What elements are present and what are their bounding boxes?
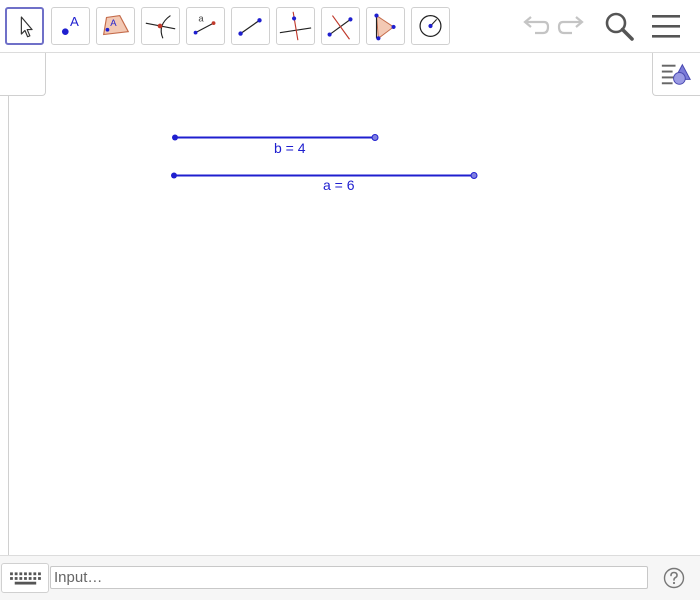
style-bar-toggle-button[interactable] — [652, 53, 700, 96]
polygon-icon: A — [102, 14, 130, 36]
move-arrow-icon — [20, 16, 33, 38]
menu-button[interactable] — [648, 8, 684, 44]
point-icon: A — [61, 14, 79, 35]
point-tool-button[interactable]: A — [51, 7, 90, 45]
midpoint-tool-button[interactable]: a — [186, 7, 225, 45]
segment-tool-button[interactable] — [231, 7, 270, 45]
toolbar: A A a — [0, 0, 700, 53]
keyboard-button[interactable] — [1, 563, 49, 593]
graphics-view[interactable] — [9, 96, 700, 555]
style-bar-icon — [661, 63, 691, 85]
redo-button[interactable] — [554, 8, 590, 44]
perpendicular-bisector-tool-button[interactable] — [321, 7, 360, 45]
help-button[interactable] — [663, 567, 685, 589]
angle-bisector-tool-button[interactable] — [366, 7, 405, 45]
search-button[interactable] — [601, 8, 637, 44]
intersect-icon — [145, 15, 176, 39]
intersect-tool-button[interactable] — [141, 7, 180, 45]
polygon-tool-button[interactable]: A — [96, 7, 135, 45]
search-icon — [605, 12, 634, 41]
point-tool-label: A — [70, 14, 79, 29]
perpendicular-line-icon — [279, 11, 312, 41]
menu-icon — [652, 15, 680, 38]
redo-icon — [557, 16, 584, 35]
midpoint-tool-label: a — [198, 13, 204, 24]
undo-button[interactable] — [517, 8, 553, 44]
undo-icon — [523, 16, 550, 35]
geogebra-app: A A a b = 4 a = 6 Input… — [0, 0, 700, 600]
perpendicular-line-tool-button[interactable] — [276, 7, 315, 45]
keyboard-icon — [10, 572, 41, 585]
help-icon — [663, 567, 685, 589]
circle-center-point-tool-button[interactable] — [411, 7, 450, 45]
perpendicular-bisector-icon — [327, 15, 353, 40]
angle-bisector-icon — [374, 13, 396, 41]
midpoint-icon: a — [193, 13, 216, 35]
input-bar — [0, 555, 700, 600]
graphics-view-top[interactable] — [46, 53, 652, 96]
segment-icon — [238, 18, 262, 36]
circle-center-point-icon — [419, 14, 442, 38]
polygon-tool-label: A — [110, 18, 117, 29]
input-field[interactable] — [50, 566, 648, 589]
move-tool-button[interactable] — [5, 7, 44, 45]
algebra-view-stub[interactable] — [0, 53, 46, 96]
